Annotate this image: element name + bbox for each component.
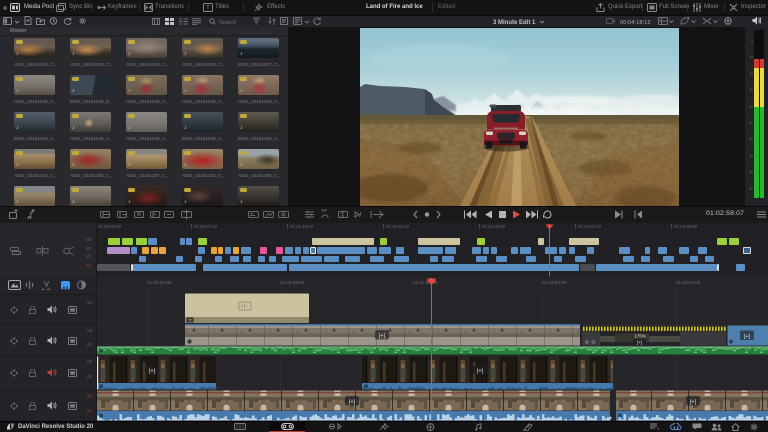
svg-text:[+]: [+] [744,334,751,340]
svg-text:[+]: [+] [349,400,356,406]
svg-text:[+]: [+] [637,340,642,346]
svg-text:T: T [189,318,192,323]
svg-text:[+]: [+] [477,369,484,375]
svg-text:[+]: [+] [149,369,156,375]
svg-text:[+]: [+] [379,334,386,340]
svg-text:[+]: [+] [690,400,697,406]
svg-text:175%: 175% [634,334,646,339]
svg-text:T: T [206,6,210,12]
